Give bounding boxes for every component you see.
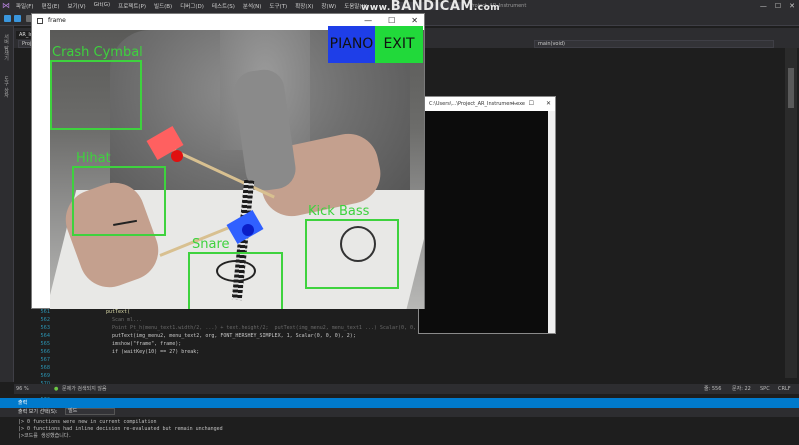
zoom-level[interactable]: 96 %: [16, 384, 29, 394]
menu-item[interactable]: 도구(T): [265, 2, 291, 10]
zone-snare[interactable]: [188, 252, 283, 309]
code-line[interactable]: Point Pt_h(menu_text1.width/2, ...) + te…: [76, 324, 440, 332]
toolbox-tab[interactable]: 도구 상자: [3, 76, 10, 98]
no-issues-icon: ●: [54, 386, 59, 392]
code-line[interactable]: putText(: [76, 308, 440, 316]
member-combo[interactable]: main(void): [534, 40, 774, 48]
zone-label-kick: Kick Bass: [308, 204, 370, 219]
char-indicator: 문자: 22: [732, 386, 751, 392]
line-number: 562: [40, 317, 50, 323]
editor-status-bar: 96 % ● 문제가 검색되지 않음 줄: 556 문자: 22 SPC CRL…: [14, 384, 799, 394]
code-text: imshow("frame", frame);: [112, 341, 182, 347]
output-body: |> 0 functions were new in current compi…: [0, 417, 799, 445]
console-maximize-icon[interactable]: ☐: [529, 97, 534, 111]
blue-tracking-dot: [242, 224, 254, 236]
console-window-controls: — ☐ ✕: [511, 97, 551, 111]
zone-kick-bass[interactable]: [305, 219, 399, 289]
output-line: |> 0 functions had inline decision re-ev…: [18, 426, 223, 432]
line-number: 569: [40, 373, 50, 379]
piano-button[interactable]: PIANO: [328, 26, 375, 63]
issues-status[interactable]: 문제가 검색되지 않음: [62, 384, 107, 394]
menu-item[interactable]: 프로젝트(P): [114, 2, 150, 10]
menu-item[interactable]: 창(W): [317, 2, 340, 10]
menu-item[interactable]: 편집(E): [38, 2, 64, 10]
line-ending-indicator: CRLF: [778, 386, 791, 392]
output-source-select[interactable]: 빌드: [65, 408, 116, 415]
menu-item[interactable]: 테스트(S): [208, 2, 239, 10]
code-line[interactable]: if (waitKey(10) == 27) break;: [76, 348, 440, 356]
line-number: 565: [40, 341, 50, 347]
menu-item[interactable]: 확장(X): [291, 2, 317, 10]
close-icon[interactable]: ✕: [789, 0, 795, 12]
menu-items: 파일(F) 편집(E) 보기(V) Git(G) 프로젝트(P) 빌드(B) 디버그(D) 테…: [12, 2, 372, 10]
console-scrollbar[interactable]: [548, 111, 555, 333]
console-titlebar[interactable]: C:\Users\...\Project_AR_Instrument.exe —…: [419, 97, 555, 111]
line-indicator: 줄: 556: [704, 386, 722, 392]
code-line[interactable]: Scan ml...: [76, 316, 440, 324]
code-line[interactable]: putText(img_menu2, menu_text2, org, FONT…: [76, 332, 440, 340]
window-app-icon: [37, 18, 43, 24]
zone-label-snare: Snare: [192, 237, 230, 252]
code-text: if (waitKey(10) == 27) break;: [112, 349, 200, 355]
menu-item[interactable]: 빌드(B): [150, 2, 176, 10]
line-number: 561: [40, 309, 50, 315]
output-line: |> 0 functions were new in current compi…: [18, 419, 157, 425]
server-explorer-tab[interactable]: 서버 탐색기: [3, 34, 10, 61]
menu-item[interactable]: 파일(F): [12, 2, 38, 10]
menu-item[interactable]: 디버그(D): [176, 2, 208, 10]
editor-scrollbar[interactable]: [785, 48, 797, 378]
line-number: 566: [40, 349, 50, 355]
back-icon[interactable]: [4, 15, 11, 22]
editor-scrollbar-thumb[interactable]: [788, 68, 794, 108]
console-minimize-icon[interactable]: —: [511, 97, 517, 111]
console-close-icon[interactable]: ✕: [546, 97, 551, 111]
menu-item[interactable]: Git(G): [90, 2, 115, 10]
left-tool-strip: 서버 탐색기 도구 상자: [0, 26, 14, 382]
console-window[interactable]: C:\Users\...\Project_AR_Instrument.exe —…: [418, 96, 556, 334]
output-line: |>코드를 생성했습니다.: [18, 433, 72, 439]
code-text: putText(: [106, 309, 131, 315]
frame-title: frame: [48, 17, 66, 24]
output-title: 출력: [18, 400, 28, 406]
line-number: 563: [40, 325, 50, 331]
line-number: 568: [40, 365, 50, 371]
menu-item[interactable]: 보기(V): [63, 2, 89, 10]
zone-hihat[interactable]: [72, 166, 166, 236]
whitespace-indicator: SPC: [760, 386, 770, 392]
code-text: Point Pt_h(menu_text1.width/2, ...) + te…: [112, 325, 441, 331]
camera-feed[interactable]: Crash Cymbal Hihat Snare Kick Bass: [50, 30, 424, 309]
output-panel-header: 출력: [0, 398, 799, 408]
line-number: 564: [40, 333, 50, 339]
visual-studio-logo-icon: ⋈: [2, 1, 10, 10]
zone-crash-cymbal[interactable]: [50, 60, 142, 130]
red-tracking-dot: [171, 150, 183, 162]
output-source-label: 출력 보기 선택(S):: [18, 409, 58, 415]
code-text: putText(img_menu2, menu_text2, org, FONT…: [112, 333, 356, 339]
forward-icon[interactable]: [14, 15, 21, 22]
maximize-icon[interactable]: ☐: [775, 0, 781, 12]
minimize-icon[interactable]: —: [760, 0, 767, 12]
code-line[interactable]: imshow("frame", frame);: [76, 340, 440, 348]
menu-item[interactable]: 분석(N): [239, 2, 266, 10]
zone-label-hihat: Hihat: [76, 151, 111, 166]
line-number: 567: [40, 357, 50, 363]
exit-button[interactable]: EXIT: [375, 26, 423, 63]
output-toolbar: 출력 보기 선택(S): 빌드: [0, 408, 799, 417]
code-text: Scan ml...: [112, 317, 143, 323]
vs-window-controls: — ☐ ✕: [760, 0, 795, 12]
zone-label-crash: Crash Cymbal: [52, 45, 143, 60]
